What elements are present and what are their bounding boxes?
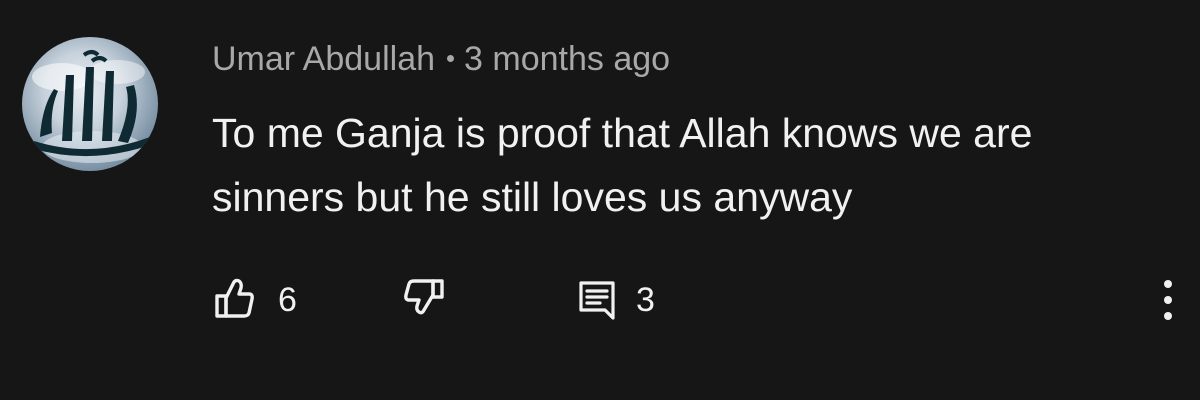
more-options-button[interactable]: [1158, 280, 1178, 324]
comment-text: To me Ganja is proof that Allah knows we…: [212, 110, 1033, 220]
reply-count: 3: [636, 281, 655, 319]
more-dot: [1164, 296, 1172, 304]
allah-calligraphy-avatar-icon: [32, 50, 150, 163]
comment-timestamp[interactable]: 3 months ago: [464, 40, 670, 78]
dislike-button[interactable]: [402, 278, 446, 327]
comment-icon: [579, 281, 615, 320]
reply-button[interactable]: [578, 280, 618, 327]
thumbs-up-icon: [215, 278, 254, 318]
comment-meta: Umar Abdullah 3 months ago: [212, 37, 670, 81]
avatar[interactable]: [22, 37, 158, 171]
like-count: 6: [278, 281, 297, 319]
more-vertical-icon: [1164, 280, 1172, 288]
comment-actions: 6 3: [212, 276, 1172, 324]
thumbs-down-icon: [404, 279, 444, 315]
like-button[interactable]: [215, 276, 255, 325]
separator-dot: [447, 54, 455, 62]
author-name[interactable]: Umar Abdullah: [212, 40, 435, 78]
more-dot: [1164, 312, 1172, 320]
